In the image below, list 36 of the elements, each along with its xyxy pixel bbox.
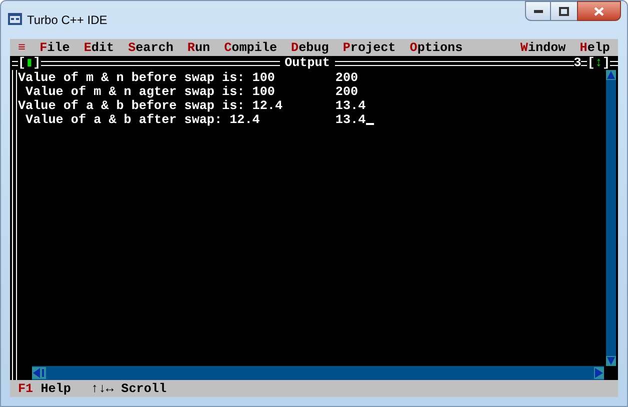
close-box[interactable]: [▮]: [18, 56, 41, 70]
window-title: Turbo C++ IDE: [27, 12, 108, 29]
close-button[interactable]: [577, 1, 621, 21]
menu-item[interactable]: Edit: [84, 40, 114, 54]
menu-item[interactable]: Run: [187, 40, 210, 54]
output-title: Output: [284, 56, 331, 70]
zoom-box[interactable]: [↕]: [587, 56, 610, 70]
menu-item[interactable]: Help: [580, 40, 610, 54]
output-line: Value of m & n agter swap is: 100 200: [24, 85, 358, 99]
menu-item[interactable]: Compile: [224, 40, 278, 54]
horizontal-scrollbar[interactable]: [32, 366, 604, 380]
output-line: Value of a & b after swap: 12.4 13.4: [24, 113, 366, 127]
menu-item[interactable]: Project: [342, 40, 396, 54]
scroll-left-icon: [32, 367, 46, 379]
status-hint: F1 Help: [18, 382, 71, 396]
output-line: Value of a & b before swap is: 12.4 13.4: [18, 99, 366, 113]
minimize-button[interactable]: [525, 1, 551, 21]
scroll-right-icon: [594, 367, 604, 379]
maximize-button[interactable]: [551, 1, 577, 21]
text-cursor: [366, 123, 374, 125]
menu-item[interactable]: Search: [128, 40, 174, 54]
window-number: 3: [574, 56, 582, 70]
menu-item[interactable]: Window: [520, 40, 566, 54]
menu-item[interactable]: Options: [410, 40, 463, 54]
menu-item[interactable]: File: [40, 40, 70, 54]
menu-item[interactable]: Debug: [291, 40, 329, 54]
scroll-up-icon: [606, 70, 616, 80]
close-icon: [594, 6, 604, 16]
app-icon: [7, 11, 23, 27]
vertical-scrollbar[interactable]: [606, 70, 616, 366]
scroll-down-icon: [606, 356, 616, 366]
minimize-icon: [534, 10, 542, 12]
output-line: Value of m & n before swap is: 100 200: [18, 71, 358, 85]
maximize-icon: [559, 6, 569, 16]
menu-item[interactable]: ≡: [18, 40, 26, 54]
status-hint: ↑↓↔ Scroll: [90, 382, 166, 396]
